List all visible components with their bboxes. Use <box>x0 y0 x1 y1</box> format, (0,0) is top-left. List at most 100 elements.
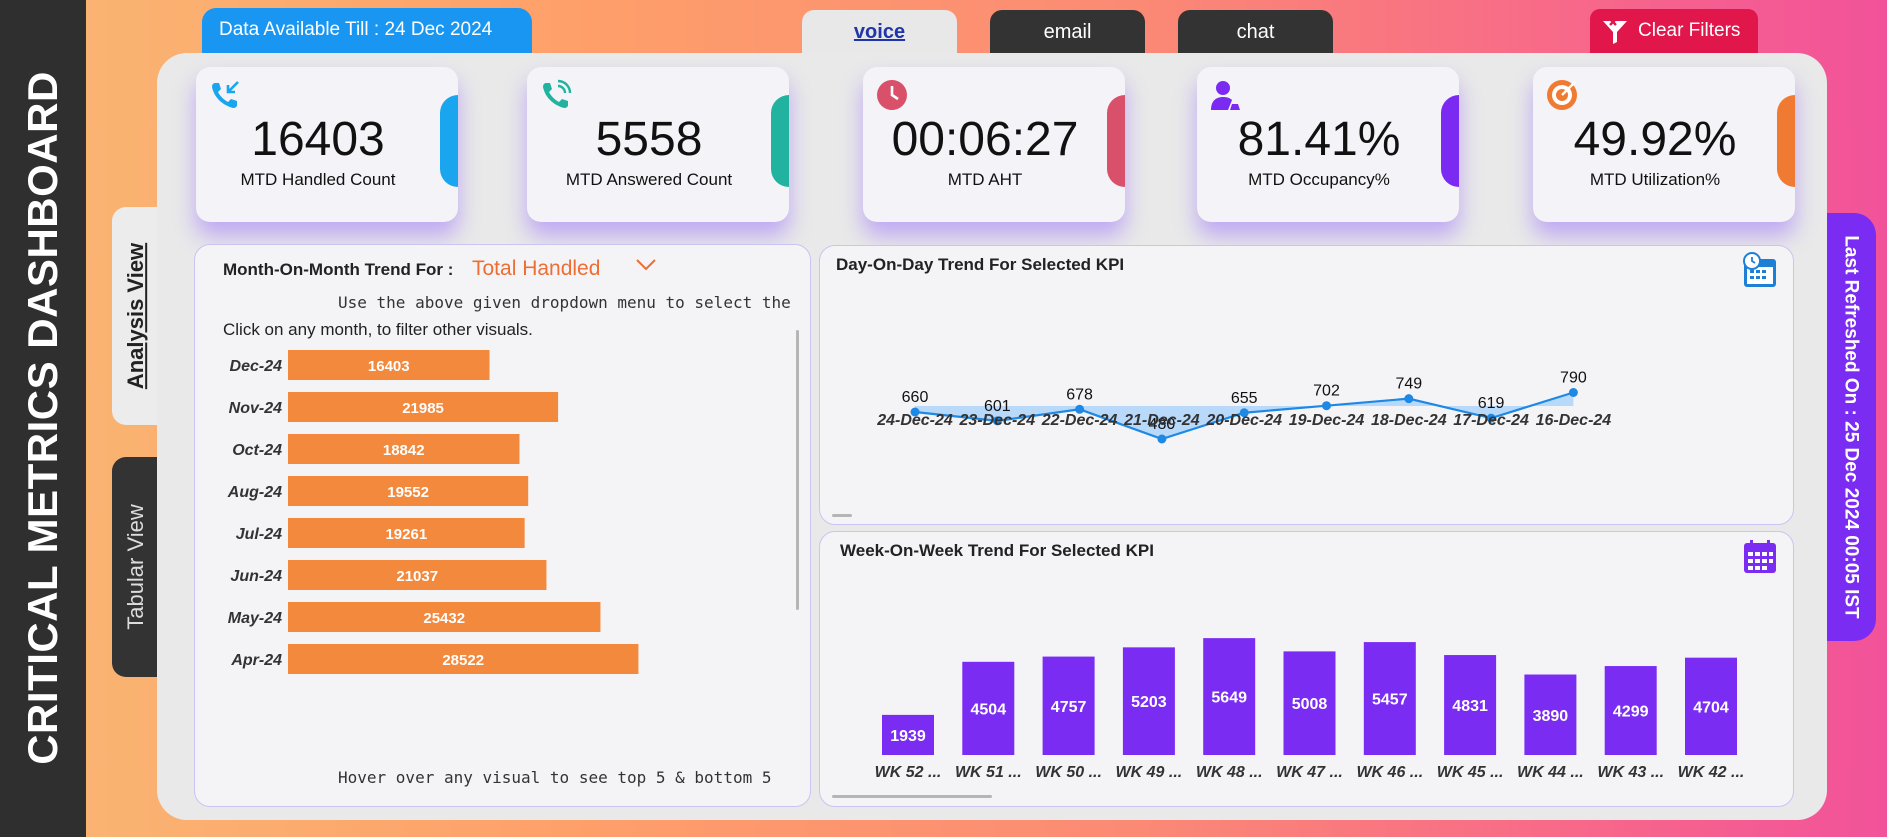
mom-panel: Month-On-Month Trend For : Total Handled… <box>194 244 811 807</box>
bar-value-label: 16403 <box>368 358 410 375</box>
clear-filters-label: Clear Filters <box>1638 20 1741 41</box>
bar-value-label: 4757 <box>1051 699 1087 716</box>
week-label: WK 51 ... <box>955 764 1022 781</box>
kpi-accent <box>440 95 458 187</box>
tab-tabular-view[interactable]: Tabular View <box>112 457 160 677</box>
tab-chat[interactable]: chat <box>1178 10 1333 54</box>
month-label: Nov-24 <box>229 400 282 417</box>
week-label: WK 46 ... <box>1356 764 1423 781</box>
tab-tabular-view-label: Tabular View <box>123 504 148 630</box>
dod-value-label: 749 <box>1395 376 1422 393</box>
dod-date-label: 17-Dec-24 <box>1453 412 1529 429</box>
kpi-card-occupancy: 81.41% MTD Occupancy% <box>1197 67 1459 222</box>
bar-value-label: 18842 <box>383 442 425 459</box>
dashboard-title: CRITICAL METRICS DASHBOARD <box>19 71 66 765</box>
bar-value-label: 5008 <box>1292 696 1328 713</box>
dod-value-label: 790 <box>1560 370 1587 387</box>
bar-value-label: 4704 <box>1693 699 1729 716</box>
tab-analysis-view[interactable]: Analysis View <box>112 207 160 425</box>
kpi-value: 5558 <box>595 113 703 166</box>
month-label: Apr-24 <box>230 652 282 669</box>
kpi-card-answered: 5558 MTD Answered Count <box>527 67 789 222</box>
kpi-value: 16403 <box>251 113 385 166</box>
mom-help-text: Use the above given dropdown menu to sel… <box>338 293 793 312</box>
week-label: WK 47 ... <box>1276 764 1343 781</box>
wow-scrollbar[interactable] <box>832 795 992 798</box>
dod-point <box>1322 401 1331 411</box>
dod-line-chart: 66024-Dec-2460123-Dec-2467822-Dec-24 4802… <box>876 370 1612 444</box>
bar-value-label: 4299 <box>1613 704 1649 721</box>
bar-value-label: 4504 <box>971 701 1007 718</box>
mom-bar-chart: Dec-24 16403 Nov-24 21985 Oct-24 18842 Aug-24 1… <box>227 350 639 674</box>
kpi-label: MTD Utilization% <box>1589 170 1721 189</box>
week-label: WK 49 ... <box>1116 764 1183 781</box>
filter-clear-icon <box>1603 18 1627 44</box>
month-label: Oct-24 <box>232 442 282 459</box>
kpi-value: 81.41% <box>1237 113 1401 166</box>
dod-scrollbar[interactable] <box>832 514 852 517</box>
mom-title: Month-On-Month Trend For : <box>223 260 454 279</box>
dod-value-label: 678 <box>1066 386 1093 403</box>
bar-value-label: 21985 <box>402 400 444 417</box>
kpi-card-aht: 00:06:27 MTD AHT <box>863 67 1125 222</box>
mom-click-hint: Click on any month, to filter other visu… <box>223 320 533 339</box>
bar-value-label: 3890 <box>1533 708 1569 725</box>
dod-date-label: 22-Dec-24 <box>1041 412 1118 429</box>
kpi-value: 00:06:27 <box>891 113 1079 166</box>
mom-scrollbar[interactable] <box>796 330 799 610</box>
tab-email[interactable]: email <box>990 10 1145 54</box>
kpi-label: MTD Answered Count <box>565 170 733 189</box>
bar-value-label: 5457 <box>1372 692 1408 709</box>
dod-point <box>1157 434 1167 444</box>
wow-bar-chart: 1939 WK 52 ... 4504 WK 51 ... 4757 WK 50 ... 5… <box>875 638 1745 781</box>
dod-date-label: 16-Dec-24 <box>1536 412 1612 429</box>
dod-value-label: 702 <box>1313 383 1340 400</box>
week-label: WK 42 ... <box>1678 764 1745 781</box>
kpi-dropdown[interactable]: Total Handled <box>472 257 600 281</box>
calendar-clock-icon[interactable] <box>1741 252 1779 290</box>
month-label: Aug-24 <box>227 484 282 501</box>
week-label: WK 43 ... <box>1597 764 1664 781</box>
bar-value-label: 1939 <box>890 728 926 745</box>
bar-value-label: 28522 <box>442 652 484 669</box>
week-label: WK 50 ... <box>1035 764 1102 781</box>
tab-voice[interactable]: voice <box>802 10 957 54</box>
dashboard-title-bar: CRITICAL METRICS DASHBOARD <box>0 0 86 837</box>
user-headset-icon <box>1211 81 1240 110</box>
kpi-accent <box>1777 95 1795 187</box>
dod-title: Day-On-Day Trend For Selected KPI <box>836 255 1125 274</box>
week-label: WK 52 ... <box>875 764 942 781</box>
last-refreshed-bar: Last Refreshed On : 25 Dec 2024 00:05 IS… <box>1826 213 1876 641</box>
dod-point <box>1568 388 1578 397</box>
last-refreshed-text: Last Refreshed On : 25 Dec 2024 00:05 IS… <box>1841 235 1862 619</box>
dod-point <box>1404 394 1414 404</box>
dod-value-label: 660 <box>902 389 929 406</box>
kpi-accent <box>771 95 789 187</box>
bar-value-label: 25432 <box>423 610 465 627</box>
dod-panel: Day-On-Day Trend For Selected KPI 660 24-… <box>819 245 1794 525</box>
kpi-card-handled: 16403 MTD Handled Count <box>196 67 458 222</box>
month-label: Dec-24 <box>230 358 283 375</box>
mom-footer-hint: Hover over any visual to see top 5 & bot… <box>338 768 772 787</box>
bar-value-label: 21037 <box>396 568 438 585</box>
tab-analysis-view-label: Analysis View <box>123 242 148 390</box>
clear-filters-button[interactable]: Clear Filters <box>1590 9 1758 53</box>
phone-call-icon <box>543 79 572 108</box>
kpi-label: MTD Occupancy% <box>1248 170 1390 189</box>
dod-date-label: 20-Dec-24 <box>1205 412 1282 429</box>
dod-value-label: 619 <box>1478 395 1505 412</box>
kpi-label: MTD AHT <box>947 170 1023 189</box>
month-label: Jul-24 <box>236 526 282 543</box>
dod-date-label: 19-Dec-24 <box>1289 412 1365 429</box>
incoming-call-icon <box>212 81 239 108</box>
dod-date-label: 23-Dec-24 <box>958 412 1035 429</box>
target-icon <box>1547 80 1577 110</box>
kpi-label: MTD Handled Count <box>240 170 396 189</box>
clock-icon <box>877 80 907 110</box>
week-label: WK 44 ... <box>1517 764 1584 781</box>
data-available-badge: Data Available Till : 24 Dec 2024 <box>202 8 532 54</box>
week-label: WK 45 ... <box>1437 764 1504 781</box>
kpi-accent <box>1441 95 1459 187</box>
chevron-down-icon[interactable] <box>635 257 657 273</box>
kpi-accent <box>1107 95 1125 187</box>
